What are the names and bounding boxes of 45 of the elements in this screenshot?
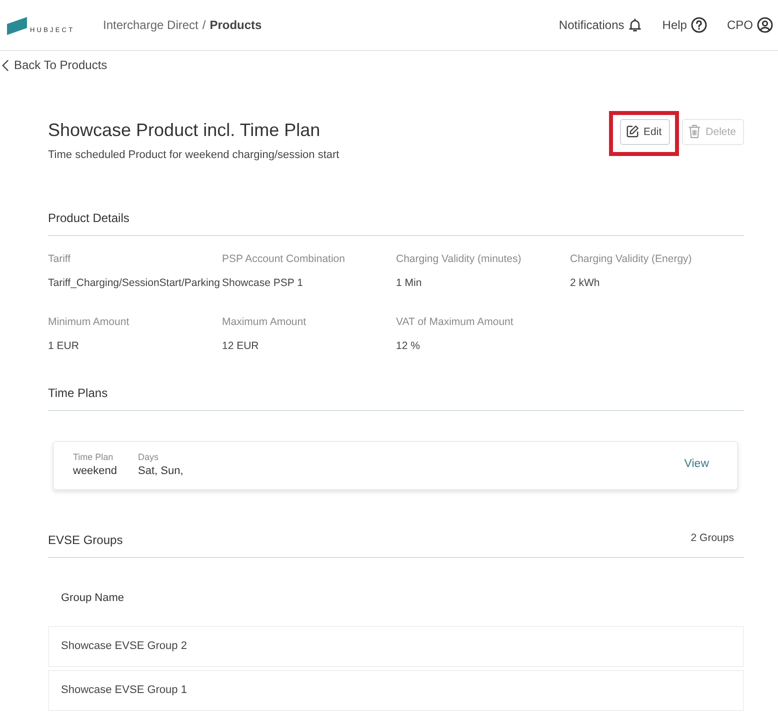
product-title: Showcase Product incl. Time Plan — [48, 118, 322, 140]
field-value: 12 EUR — [222, 340, 260, 352]
field-value: 1 EUR — [48, 340, 80, 352]
bell-icon — [628, 17, 642, 33]
logo-mark-icon — [7, 17, 27, 35]
field-label: Maximum Amount — [222, 316, 308, 328]
field-label: Tariff — [48, 252, 72, 266]
section-heading: EVSE Groups — [48, 532, 123, 548]
table-row[interactable]: Showcase EVSE Group 1 — [48, 670, 744, 710]
field-label: VAT of Maximum Amount — [396, 316, 514, 328]
field-value: 2 kWh — [570, 276, 601, 290]
field-value: 1 Min — [396, 276, 423, 290]
field-value: Sat, Sun, — [138, 465, 184, 478]
help-button[interactable]: Help — [662, 17, 707, 33]
trash-icon — [688, 124, 701, 139]
field-value: Tariff_Charging/SessionStart/Parking — [48, 276, 221, 290]
field-label: Time Plan — [73, 452, 114, 463]
breadcrumb-item[interactable]: Intercharge Direct — [103, 18, 198, 32]
section-heading: Time Plans — [48, 386, 108, 400]
edit-button[interactable]: Edit — [620, 118, 670, 144]
field-label: Days — [138, 452, 160, 463]
field-label: Charging Validity (minutes) — [396, 252, 522, 266]
group-count: 2 Groups — [690, 530, 734, 546]
product-description: Time scheduled Product for weekend charging/session start — [48, 148, 340, 162]
table-cell: Showcase EVSE Group 2 — [61, 640, 187, 652]
field-value: weekend — [73, 465, 118, 478]
account-button[interactable]: CPO — [726, 17, 773, 33]
table-cell: Showcase EVSE Group 1 — [61, 684, 187, 696]
section-heading: Product Details — [48, 210, 130, 226]
field-label: PSP Account Combination — [222, 252, 346, 266]
breadcrumb-separator: / — [202, 18, 206, 32]
field-value: 12 % — [396, 340, 421, 352]
column-header: Group Name — [61, 592, 124, 604]
field-value: Showcase PSP 1 — [222, 276, 304, 290]
field-label: Minimum Amount — [48, 316, 130, 328]
field-label: Charging Validity (Energy) — [570, 252, 693, 266]
notifications-button[interactable]: Notifications — [558, 17, 642, 33]
back-link[interactable]: Back To Products — [2, 58, 108, 72]
chevron-left-icon — [2, 58, 9, 72]
user-icon — [757, 17, 773, 33]
edit-icon — [626, 125, 639, 138]
help-icon — [690, 17, 707, 33]
table-row[interactable]: Showcase EVSE Group 2 — [48, 626, 744, 666]
view-link[interactable]: View — [684, 458, 709, 470]
breadcrumb-item: Products — [210, 18, 262, 32]
